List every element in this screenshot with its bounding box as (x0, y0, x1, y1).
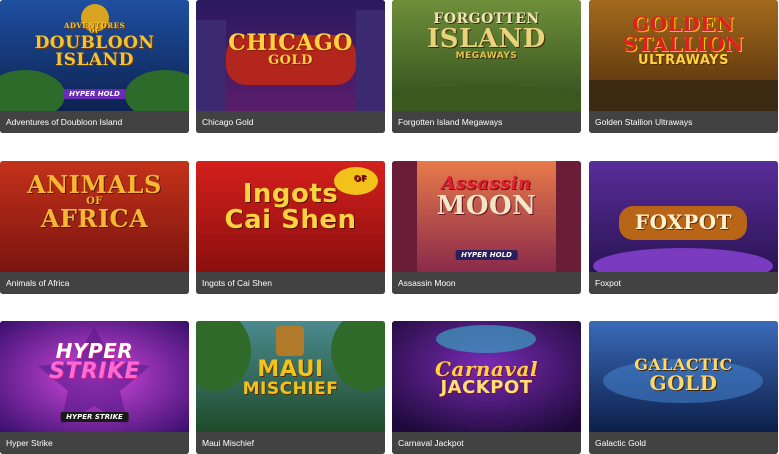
game-grid: ADVENTURES OF DOUBLOON ISLAND HYPER HOLD… (0, 0, 779, 454)
game-tile-assassin-moon[interactable]: Assassin MOON HYPER HOLD Assassin Moon (392, 161, 581, 294)
game-title: Golden Stallion Ultraways (589, 111, 778, 133)
game-title: Ingots of Cai Shen (196, 272, 385, 294)
game-logo: FOXPOT (634, 210, 733, 234)
game-tile-ingots-of-cai-shen[interactable]: Ingots OF Cai Shen Ingots of Cai Shen (196, 161, 385, 294)
game-tile-animals-of-africa[interactable]: ANIMALS OF AFRICA Animals of Africa (0, 161, 189, 294)
game-title: Assassin Moon (392, 272, 581, 294)
game-tile-foxpot[interactable]: FOXPOT Foxpot (589, 161, 778, 294)
hyper-hold-badge: HYPER HOLD (455, 250, 518, 260)
game-tile-golden-stallion-ultraways[interactable]: GOLDEN STALLION ULTRAWAYS Golden Stallio… (589, 0, 778, 133)
game-tile-adventures-of-doubloon-island[interactable]: ADVENTURES OF DOUBLOON ISLAND HYPER HOLD… (0, 0, 189, 133)
game-title: Hyper Strike (0, 432, 189, 454)
game-tile-chicago-gold[interactable]: CHICAGO GOLD Chicago Gold (196, 0, 385, 133)
game-title: Forgotten Island Megaways (392, 111, 581, 133)
game-title: Maui Mischief (196, 432, 385, 454)
game-logo: MAUI MISCHIEF (242, 357, 339, 399)
hyper-hold-badge: HYPER HOLD (63, 89, 126, 99)
game-title: Adventures of Doubloon Island (0, 111, 189, 133)
game-logo: Assassin MOON (436, 173, 537, 221)
game-title: Animals of Africa (0, 272, 189, 294)
game-title: Galactic Gold (589, 432, 778, 454)
game-logo: ANIMALS OF AFRICA (27, 170, 162, 233)
game-title: Carnaval Jackpot (392, 432, 581, 454)
game-logo: FORGOTTEN ISLAND MEGAWAYS (427, 11, 546, 61)
game-tile-maui-mischief[interactable]: MAUI MISCHIEF Maui Mischief (196, 321, 385, 454)
game-tile-galactic-gold[interactable]: GALACTIC GOLD Galactic Gold (589, 321, 778, 454)
game-tile-carnaval-jackpot[interactable]: Carnaval JACKPOT Carnaval Jackpot (392, 321, 581, 454)
game-tile-hyper-strike[interactable]: HYPER STRIKE HYPER STRIKE Hyper Strike (0, 321, 189, 454)
hyper-strike-badge: HYPER STRIKE (60, 412, 129, 422)
game-logo: Ingots OF Cai Shen (224, 174, 367, 235)
game-logo: GALACTIC GOLD (634, 355, 733, 395)
game-title: Foxpot (589, 272, 778, 294)
game-logo: CHICAGO GOLD (228, 30, 353, 68)
game-logo: GOLDEN STALLION ULTRAWAYS (623, 12, 744, 68)
game-logo: HYPER STRIKE (48, 339, 141, 384)
game-logo: ADVENTURES OF DOUBLOON ISLAND (34, 21, 155, 70)
game-tile-forgotten-island-megaways[interactable]: FORGOTTEN ISLAND MEGAWAYS Forgotten Isla… (392, 0, 581, 133)
game-title: Chicago Gold (196, 111, 385, 133)
game-logo: Carnaval JACKPOT (434, 357, 539, 398)
